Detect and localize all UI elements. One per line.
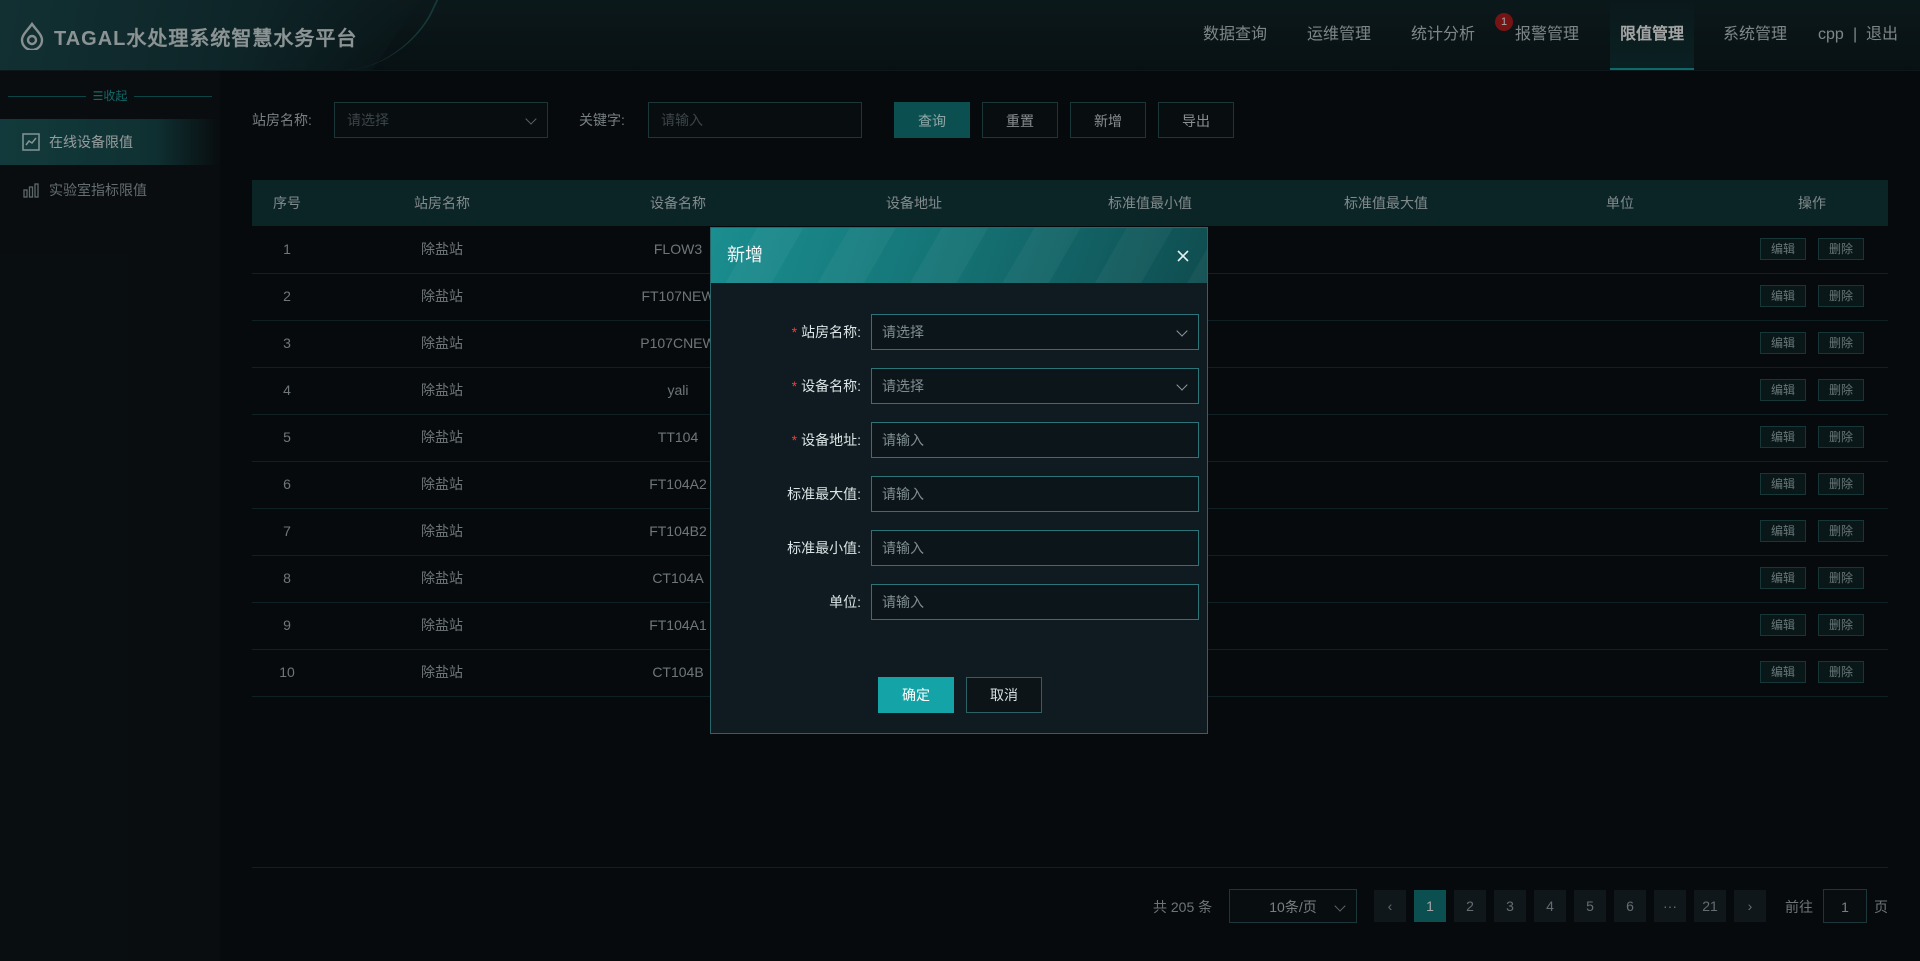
- form-label: 单位:: [711, 584, 861, 620]
- field-placeholder: 请输入: [882, 432, 924, 448]
- required-asterisk: *: [791, 432, 798, 448]
- form-label: * 设备地址:: [711, 422, 861, 458]
- dialog-header: 新增: [711, 228, 1207, 283]
- form-label: * 设备名称:: [711, 368, 861, 404]
- form-select[interactable]: 请选择: [871, 368, 1199, 404]
- form-input[interactable]: 请输入: [871, 530, 1199, 566]
- field-placeholder: 请输入: [882, 486, 924, 502]
- field-placeholder: 请选择: [882, 324, 924, 340]
- required-asterisk: *: [791, 324, 798, 340]
- form-label: 标准最小值:: [711, 530, 861, 566]
- confirm-button[interactable]: 确定: [878, 677, 954, 713]
- chevron-down-icon: [1176, 325, 1188, 337]
- form-label: 标准最大值:: [711, 476, 861, 512]
- chevron-down-icon: [1176, 379, 1188, 391]
- cancel-button[interactable]: 取消: [966, 677, 1042, 713]
- form-label: * 站房名称:: [711, 314, 861, 350]
- dialog-title: 新增: [727, 245, 763, 265]
- form-label-text: 标准最小值:: [787, 540, 861, 556]
- form-input[interactable]: 请输入: [871, 476, 1199, 512]
- form-label-text: 设备地址:: [801, 432, 861, 448]
- form-label-text: 标准最大值:: [787, 486, 861, 502]
- form-select[interactable]: 请选择: [871, 314, 1199, 350]
- form-input[interactable]: 请输入: [871, 584, 1199, 620]
- add-dialog: 新增 * 站房名称: 请选择 * 设备名称: 请选择 * 设备地址: 请输入 标准最大值: 请输入标…: [710, 227, 1208, 734]
- form-label-text: 单位:: [829, 594, 861, 610]
- form-input[interactable]: 请输入: [871, 422, 1199, 458]
- form-label-text: 站房名称:: [801, 324, 861, 340]
- close-icon[interactable]: [1173, 246, 1193, 266]
- field-placeholder: 请输入: [882, 594, 924, 610]
- field-placeholder: 请选择: [882, 378, 924, 394]
- required-asterisk: *: [791, 378, 798, 394]
- form-label-text: 设备名称:: [801, 378, 861, 394]
- field-placeholder: 请输入: [882, 540, 924, 556]
